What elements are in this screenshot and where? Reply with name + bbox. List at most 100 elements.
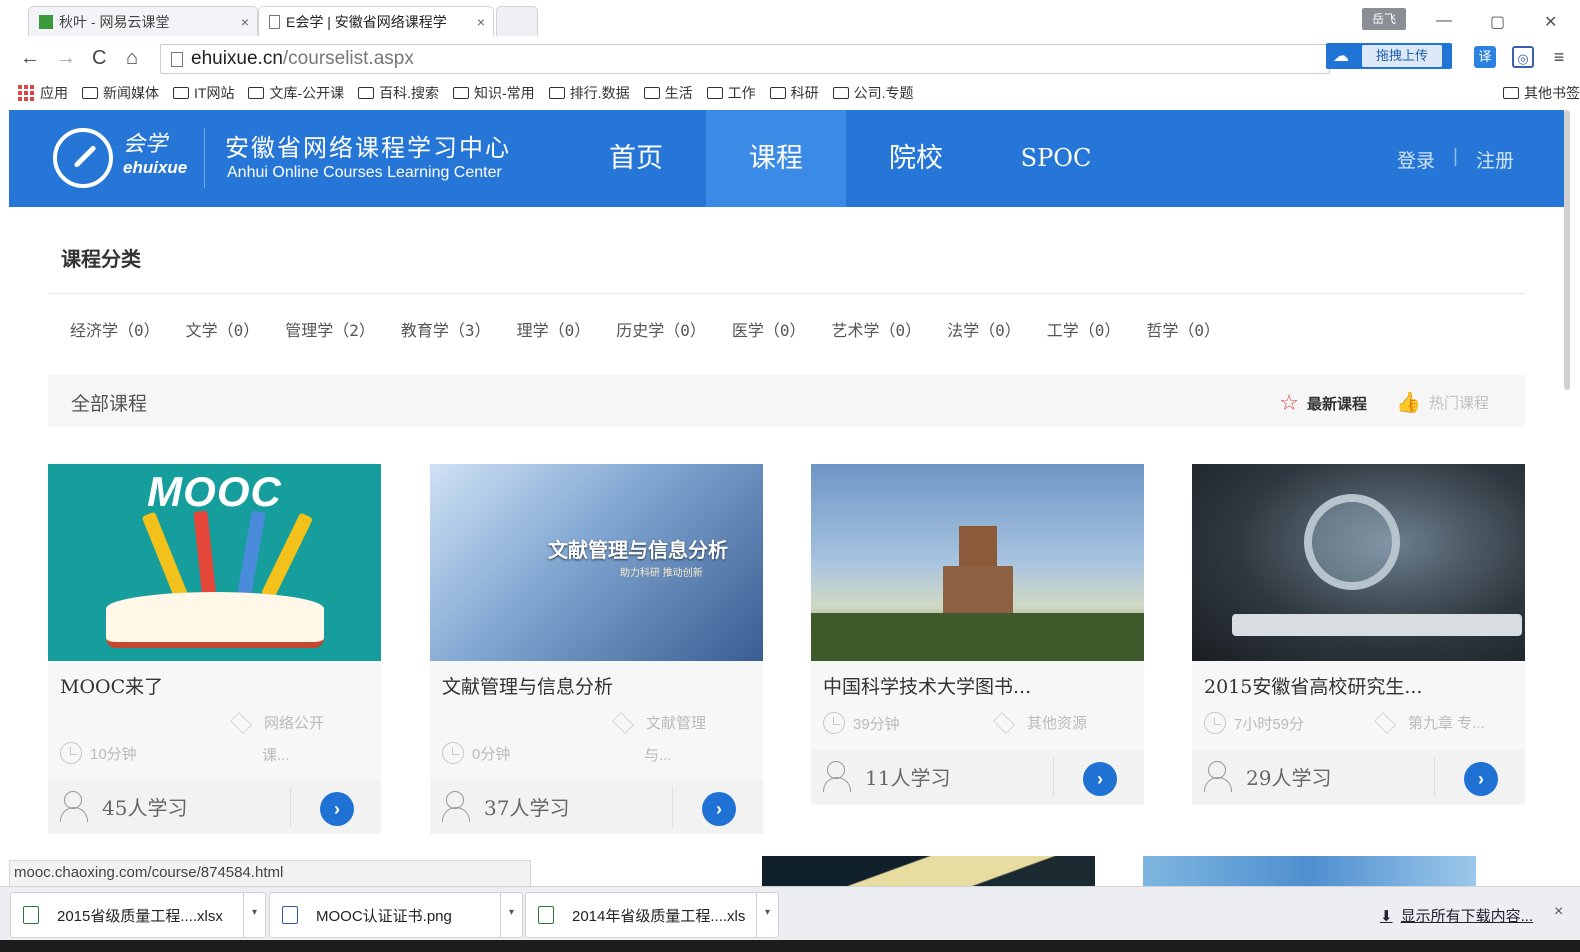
learners-label: 37人学习 [484,795,570,820]
go-arrow-button[interactable]: › [702,792,736,826]
chevron-down-icon[interactable]: ▾ [756,893,778,937]
course-title[interactable]: MOOC来了 [60,672,163,699]
course-card[interactable]: MOOC MOOC来了 网络公开 课... 10分钟 45人学习 › [48,464,381,834]
folder-icon [548,87,565,99]
user-badge[interactable]: 岳飞 [1362,8,1406,30]
category-engineering[interactable]: 工学（0） [1047,317,1121,341]
menu-icon[interactable]: ≡ [1548,46,1570,68]
course-thumbnail[interactable]: 文献管理与信息分析 助力科研 推动创新 [430,464,763,661]
course-card[interactable]: 文献管理与信息分析 助力科研 推动创新 文献管理与信息分析 文献管理 与... … [430,464,763,834]
go-arrow-button[interactable]: › [320,792,354,826]
ehuixue-logo-icon[interactable] [53,128,113,188]
category-management[interactable]: 管理学（2） [285,317,375,341]
home-icon[interactable]: ⌂ [126,47,138,70]
drag-upload-button[interactable]: ☁ 拖拽上传 [1326,43,1452,69]
folder-icon [82,87,98,99]
course-title[interactable]: 中国科学技术大学图书... [823,672,1031,699]
nav-spoc[interactable]: SPOC [986,110,1126,207]
category-label: 文献管理 [646,715,707,732]
download-item[interactable]: 2014年省级质量工程....xls ▾ [525,892,779,938]
course-duration: 39分钟 [823,712,900,734]
folder-icon [769,87,786,99]
category-education[interactable]: 教育学（3） [401,317,491,341]
category-law[interactable]: 法学（0） [947,317,1021,341]
course-title[interactable]: 2015安徽省高校研究生... [1204,672,1422,699]
divider [48,293,1525,294]
course-footer: 29人学习 › [1192,750,1525,804]
sort-hot-button[interactable]: 👍 热门课程 [1396,390,1489,415]
bookmark-folder[interactable]: 科研 [769,83,819,103]
reload-icon[interactable]: C [92,47,106,70]
download-item[interactable]: 2015省级质量工程....xlsx ▾ [10,892,266,938]
category-medicine[interactable]: 医学（0） [732,317,806,341]
brush-icon [193,510,217,602]
new-tab-button[interactable] [496,6,538,36]
minimize-icon[interactable]: — [1436,12,1452,30]
bookmark-folder[interactable]: 百科.搜索 [358,83,439,103]
course-thumbnail-partial[interactable] [1143,856,1476,886]
bookmark-folder[interactable]: IT网站 [173,83,234,103]
go-arrow-button[interactable]: › [1464,762,1498,796]
image-file-icon [282,906,298,924]
main-nav: 首页 课程 院校 SPOC [566,110,1126,207]
login-link[interactable]: 登录 [1397,146,1435,173]
course-card[interactable]: 中国科学技术大学图书... 39分钟 其他资源 11人学习 › [811,464,1144,805]
close-icon[interactable]: × [1554,903,1563,921]
category-science[interactable]: 理学（0） [517,317,591,341]
bookmark-folder[interactable]: 工作 [706,83,756,103]
back-arrow-icon[interactable]: ← [20,47,40,70]
chevron-down-icon[interactable]: ▾ [243,893,265,937]
other-bookmarks[interactable]: 其他书签 [1503,78,1580,108]
bookmark-folder[interactable]: 公司.专题 [832,83,913,103]
url-input[interactable]: ehuixue.cn /courselist.aspx [160,44,1330,74]
bookmark-folder[interactable]: 生活 [643,83,693,103]
register-link[interactable]: 注册 [1476,146,1514,173]
nav-home[interactable]: 首页 [566,110,706,207]
divider [1053,757,1054,797]
course-card[interactable]: 2015安徽省高校研究生... 7小时59分 第九章 专... 29人学习 › [1192,464,1525,805]
translate-extension-icon[interactable]: 译 [1474,46,1496,68]
go-arrow-button[interactable]: › [1083,762,1117,796]
category-art[interactable]: 艺术学（0） [831,317,921,341]
course-thumbnail[interactable] [811,464,1144,661]
show-all-downloads-link[interactable]: ⬇ 显示所有下载内容... [1380,905,1533,926]
maximize-icon[interactable]: ▢ [1490,12,1505,32]
category-economics[interactable]: 经济学（0） [70,317,160,341]
layers-icon [230,711,252,734]
magnifier-icon [236,510,266,602]
close-icon[interactable]: × [477,14,485,30]
forward-arrow-icon[interactable]: → [56,47,76,70]
duration-label: 7小时59分 [1234,715,1305,733]
extension-icon[interactable]: ◎ [1512,46,1534,68]
tab-ehuixue[interactable]: E会学 | 安徽省网络课程学 × [258,6,494,36]
course-thumbnail[interactable]: MOOC [48,464,381,661]
bookmark-apps[interactable]: 应用 [18,83,68,103]
course-thumbnail[interactable] [1192,464,1525,661]
sort-newest-button[interactable]: ☆ 最新课程 [1279,390,1367,416]
page-scrollbar[interactable] [1564,110,1570,390]
course-category: 文献管理 [610,711,707,734]
folder-icon [453,87,470,99]
upload-icon: ☁ [1333,48,1349,65]
download-item[interactable]: MOOC认证证书.png ▾ [269,892,523,938]
tab-title: E会学 | 安徽省网络课程学 [286,13,447,30]
tab-wangyi[interactable]: 秋叶 - 网易云课堂 × [28,6,258,36]
bookmark-folder[interactable]: 新闻媒体 [82,83,159,103]
close-icon[interactable]: × [241,14,249,30]
course-duration: 0分钟 [442,742,510,764]
course-thumbnail-partial[interactable] [762,856,1095,886]
nav-courses[interactable]: 课程 [706,110,846,207]
category-history[interactable]: 历史学（0） [616,317,706,341]
bookmark-label: 知识-常用 [474,85,535,101]
category-philosophy[interactable]: 哲学（0） [1146,317,1220,341]
category-literature[interactable]: 文学（0） [186,317,260,341]
layers-icon [1374,711,1396,734]
bookmark-folder[interactable]: 知识-常用 [453,83,535,103]
bookmark-folder[interactable]: 文库-公开课 [248,83,344,103]
chevron-down-icon[interactable]: ▾ [500,893,522,937]
window-close-icon[interactable]: ✕ [1544,12,1557,32]
bookmark-folder[interactable]: 排行.数据 [548,83,630,103]
course-title[interactable]: 文献管理与信息分析 [442,672,613,699]
folder-icon [832,87,849,99]
nav-schools[interactable]: 院校 [846,110,986,207]
